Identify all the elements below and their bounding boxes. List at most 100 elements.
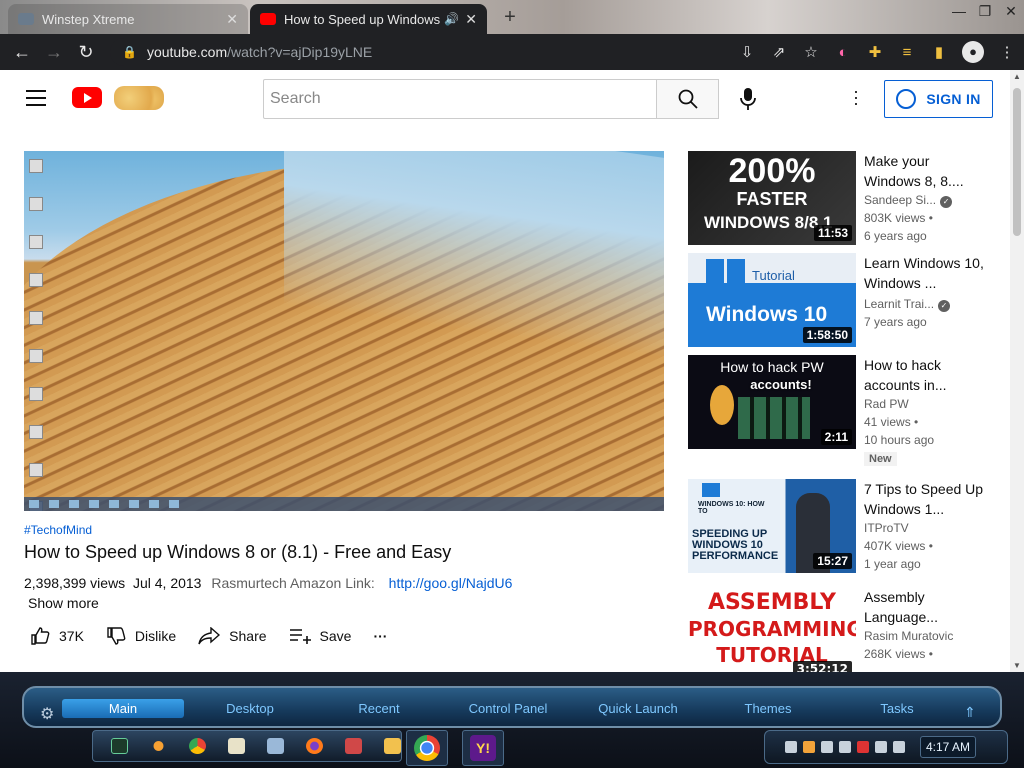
yahoo-icon: Y! <box>470 735 496 761</box>
chrome-taskbar-button[interactable] <box>406 730 448 766</box>
like-button[interactable]: 37K <box>30 626 84 646</box>
thumbs-down-icon <box>107 627 126 645</box>
lock-icon[interactable]: 🔒 <box>122 45 137 59</box>
video-title[interactable]: How to hack accounts in... <box>864 355 984 395</box>
video-hashtag[interactable]: #TechofMind <box>24 523 92 537</box>
user-circle-icon <box>896 89 917 109</box>
tray-icon[interactable] <box>803 741 815 753</box>
share-button[interactable]: Share <box>198 627 267 645</box>
list-item[interactable]: 200% FASTER WINDOWS 8/8.1 11:53 Make you… <box>688 151 988 253</box>
new-badge: New <box>864 452 897 466</box>
video-thumbnail[interactable]: How to hack PW accounts! 2:11 <box>688 355 856 449</box>
dock-menu-main[interactable]: Main <box>62 698 184 718</box>
extension-flag-icon[interactable]: ◐ <box>834 44 852 61</box>
volume-icon[interactable] <box>893 741 905 753</box>
video-thumbnail[interactable]: ASSEMBLY PROGRAMMING TUTORIAL 3:52:12 <box>688 587 856 672</box>
scroll-up-icon[interactable]: ▲ <box>1013 72 1021 81</box>
dock-menu-control-panel[interactable]: Control Panel <box>442 701 574 716</box>
list-item[interactable]: ASSEMBLY PROGRAMMING TUTORIAL 3:52:12 As… <box>688 587 988 672</box>
channel-name[interactable]: ITProTV <box>864 519 984 537</box>
settings-kebab-icon[interactable]: · · · <box>846 82 866 112</box>
side-panel-icon[interactable]: ▮ <box>930 43 948 61</box>
install-icon[interactable]: ⇩ <box>738 43 756 61</box>
scrollbar-thumb[interactable] <box>1013 88 1021 236</box>
tray-icon[interactable] <box>785 741 797 753</box>
channel-name[interactable]: Learnit Trai... ✓ <box>864 295 984 313</box>
video-thumbnail[interactable]: WINDOWS 10: HOW TO SPEEDING UP WINDOWS 1… <box>688 479 856 573</box>
dock-expand-icon[interactable]: ⇑ <box>964 704 976 721</box>
tray-icon[interactable] <box>839 741 851 753</box>
dislike-button[interactable]: Dislike <box>106 626 176 646</box>
monitor-icon[interactable] <box>267 738 285 754</box>
youtube-logo-icon[interactable] <box>72 87 102 108</box>
video-title[interactable]: Make your Windows 8, 8.... <box>864 151 984 191</box>
search-icon <box>678 89 698 109</box>
book-icon[interactable] <box>228 738 246 754</box>
video-title[interactable]: 7 Tips to Speed Up Windows 1... <box>864 479 984 519</box>
new-tab-button[interactable]: + <box>500 6 520 29</box>
voice-search-button[interactable] <box>735 84 761 114</box>
browser-menu-icon[interactable]: ⋮ <box>998 43 1016 61</box>
minimize-icon[interactable]: — <box>946 0 972 30</box>
page-scrollbar[interactable]: ▲ ▼ <box>1010 70 1024 672</box>
tab-winstep[interactable]: Winstep Xtreme ✕ <box>8 4 248 34</box>
clock[interactable]: 4:17 AM <box>920 736 976 758</box>
search-icon[interactable] <box>150 738 168 754</box>
tray-icon[interactable] <box>821 741 833 753</box>
list-item[interactable]: Tutorial Windows 10 1:58:50 Learn Window… <box>688 253 988 355</box>
playlist-add-icon <box>289 629 311 644</box>
photo-icon[interactable] <box>345 738 362 754</box>
hamburger-menu-icon[interactable] <box>26 90 46 111</box>
media-control-icon[interactable]: ≡ <box>898 44 916 61</box>
close-tab-icon[interactable]: ✕ <box>465 11 477 28</box>
description-link[interactable]: http://goo.gl/NajdU6 <box>389 575 513 591</box>
gear-icon[interactable]: ⚙ <box>40 704 54 724</box>
tab-youtube[interactable]: How to Speed up Windows 8 🔊 ✕ <box>250 4 487 34</box>
sign-in-button[interactable]: SIGN IN <box>884 80 993 118</box>
video-title[interactable]: Learn Windows 10, Windows ... <box>864 253 984 293</box>
network-icon[interactable] <box>875 741 887 753</box>
video-player[interactable] <box>24 151 664 511</box>
address-bar[interactable]: 🔒 youtube.com/watch?v=ajDip19yLNE <box>110 38 820 66</box>
folder-icon[interactable] <box>384 738 401 754</box>
youtube-doodle-logo[interactable] <box>114 86 164 110</box>
maximize-icon[interactable]: ❐ <box>972 0 998 30</box>
firefox-icon[interactable] <box>306 738 324 754</box>
dock-menu-quick-launch[interactable]: Quick Launch <box>574 701 702 716</box>
share-page-icon[interactable]: ⇗ <box>770 43 788 61</box>
close-tab-icon[interactable]: ✕ <box>226 11 238 28</box>
reload-icon[interactable]: ↻ <box>70 42 102 63</box>
profile-avatar-icon[interactable]: ● <box>962 41 984 63</box>
save-button[interactable]: Save <box>289 628 351 644</box>
game-grid-image <box>738 397 810 439</box>
yahoo-messenger-taskbar-button[interactable]: Y! <box>462 730 504 766</box>
close-window-icon[interactable]: ✕ <box>998 0 1024 30</box>
list-item[interactable]: WINDOWS 10: HOW TO SPEEDING UP WINDOWS 1… <box>688 479 988 587</box>
dock-menu-desktop[interactable]: Desktop <box>184 701 316 716</box>
chrome-icon[interactable] <box>189 738 207 754</box>
bookmark-star-icon[interactable]: ☆ <box>802 43 820 61</box>
video-thumbnail[interactable]: 200% FASTER WINDOWS 8/8.1 11:53 <box>688 151 856 245</box>
video-title[interactable]: Assembly Language... <box>864 587 984 627</box>
search-button[interactable] <box>656 79 719 119</box>
forward-icon[interactable]: → <box>38 42 70 63</box>
back-icon[interactable]: ← <box>6 42 38 63</box>
dock-menu-recent[interactable]: Recent <box>316 701 442 716</box>
extensions-puzzle-icon[interactable]: ✚ <box>866 43 884 61</box>
show-more-button[interactable]: Show more <box>28 595 99 611</box>
dock-menu-themes[interactable]: Themes <box>702 701 834 716</box>
verified-check-icon: ✓ <box>940 196 953 208</box>
channel-name[interactable]: Sandeep Si... ✓ <box>864 191 984 209</box>
channel-name[interactable]: Rasim Muratovic <box>864 627 984 645</box>
scroll-down-icon[interactable]: ▼ <box>1013 661 1021 670</box>
dock-menu-tasks[interactable]: Tasks <box>834 701 960 716</box>
audio-playing-icon[interactable]: 🔊 <box>444 12 459 26</box>
video-thumbnail[interactable]: Tutorial Windows 10 1:58:50 <box>688 253 856 347</box>
more-actions-button[interactable]: ··· <box>373 628 387 644</box>
upload-age: 1 year ago <box>864 557 921 571</box>
channel-name[interactable]: Rad PW <box>864 395 984 413</box>
search-input[interactable] <box>263 79 657 119</box>
list-item[interactable]: How to hack PW accounts! 2:11 How to hac… <box>688 355 988 479</box>
tray-icon[interactable] <box>857 741 869 753</box>
terminal-icon[interactable] <box>111 738 129 754</box>
